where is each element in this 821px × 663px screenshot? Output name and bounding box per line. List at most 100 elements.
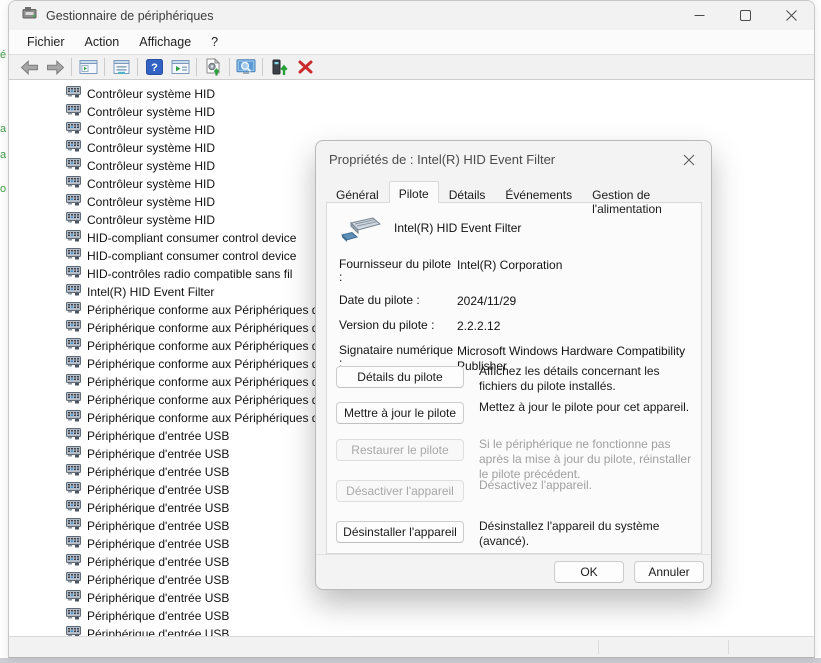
- dialog-title-bar: Propriétés de : Intel(R) HID Event Filte…: [316, 141, 711, 177]
- hid-device-icon: [66, 589, 81, 607]
- tree-item-label: Périphérique conforme aux Périphériques …: [87, 357, 318, 371]
- field-label: Fournisseur du pilote :: [339, 258, 457, 284]
- tree-item-label: Contrôleur système HID: [87, 213, 215, 227]
- cancel-button[interactable]: Annuler: [634, 561, 704, 583]
- hid-device-icon: [66, 463, 81, 481]
- field-value: 2024/11/29: [457, 294, 693, 309]
- tree-item-label: HID-compliant consumer control device: [87, 231, 296, 245]
- show-console-tree-icon[interactable]: [75, 56, 101, 78]
- tree-item-contr-leur-syst-me-hid[interactable]: Contrôleur système HID: [9, 85, 814, 103]
- tree-item-label: Périphérique d'entrée USB: [87, 609, 229, 623]
- status-bar-separator: [598, 640, 599, 654]
- tree-item-contr-leur-syst-me-hid[interactable]: Contrôleur système HID: [9, 103, 814, 121]
- tree-item-p-riph-rique-d-entr-e-usb[interactable]: Périphérique d'entrée USB: [9, 607, 814, 625]
- restaurer-le-pilote-button: Restaurer le pilote: [336, 439, 464, 461]
- device-name: Intel(R) HID Event Filter: [394, 221, 521, 235]
- uninstall-device-icon[interactable]: [292, 56, 318, 78]
- hid-device-icon: [66, 337, 81, 355]
- help-icon[interactable]: ?: [141, 56, 167, 78]
- tree-item-label: Périphérique d'entrée USB: [87, 465, 229, 479]
- back-icon[interactable]: [16, 56, 42, 78]
- field-row: Version du pilote :2.2.2.12: [339, 319, 693, 334]
- tree-item-p-riph-rique-d-entr-e-usb[interactable]: Périphérique d'entrée USB: [9, 625, 814, 636]
- hid-device-icon: [66, 121, 81, 139]
- tab-d-tails[interactable]: Détails: [439, 184, 496, 202]
- tab-g-n-ral[interactable]: Général: [326, 184, 389, 202]
- hid-device-icon: [66, 391, 81, 409]
- tree-item-label: HID-contrôles radio compatible sans fil: [87, 267, 292, 281]
- hid-device-icon: [66, 247, 81, 265]
- tree-item-label: Contrôleur système HID: [87, 141, 215, 155]
- tree-item-label: Périphérique d'entrée USB: [87, 429, 229, 443]
- tree-item-label: Périphérique conforme aux Périphériques …: [87, 321, 318, 335]
- device-icon: [339, 215, 381, 250]
- mettre-jour-le-pilote-button[interactable]: Mettre à jour le pilote: [336, 402, 464, 424]
- tree-item-label: Périphérique d'entrée USB: [87, 519, 229, 533]
- toolbar-separator: [104, 58, 105, 76]
- hid-device-icon: [66, 175, 81, 193]
- title-bar: Gestionnaire de périphériques: [9, 1, 814, 30]
- tree-item-label: Contrôleur système HID: [87, 123, 215, 137]
- hid-device-icon: [66, 229, 81, 247]
- tree-item-label: Périphérique conforme aux Périphériques …: [87, 375, 318, 389]
- action-description: Désinstallez l'appareil du système (avan…: [479, 519, 694, 549]
- forward-icon[interactable]: [42, 56, 68, 78]
- hid-device-icon: [66, 571, 81, 589]
- tab-gestion-de-l-alimentation[interactable]: Gestion de l'alimentation: [582, 184, 711, 202]
- hid-device-icon: [66, 283, 81, 301]
- tree-item-label: Contrôleur système HID: [87, 195, 215, 209]
- background-text-fragment: é: [0, 50, 8, 61]
- toolbar: ?: [9, 54, 814, 80]
- action-description: Si le périphérique ne fonctionne pas apr…: [479, 437, 694, 482]
- tree-item-label: Périphérique d'entrée USB: [87, 447, 229, 461]
- tree-item-label: Périphérique d'entrée USB: [87, 501, 229, 515]
- menu-action[interactable]: Action: [75, 35, 130, 49]
- hid-device-icon: [66, 139, 81, 157]
- minimize-button[interactable]: [676, 1, 722, 30]
- ok-button[interactable]: OK: [554, 561, 624, 583]
- tree-item-label: Périphérique conforme aux Périphériques …: [87, 339, 318, 353]
- menu-fichier[interactable]: Fichier: [17, 35, 75, 49]
- hid-device-icon: [66, 607, 81, 625]
- hid-device-icon: [66, 193, 81, 211]
- background-text-fragment: a: [0, 150, 8, 161]
- dialog-footer: OK Annuler: [316, 554, 711, 589]
- d-sinstaller-l-appareil-button[interactable]: Désinstaller l'appareil: [336, 521, 464, 543]
- properties-icon[interactable]: [108, 56, 134, 78]
- dialog-close-icon[interactable]: [678, 150, 700, 170]
- tree-item-contr-leur-syst-me-hid[interactable]: Contrôleur système HID: [9, 121, 814, 139]
- hid-device-icon: [66, 85, 81, 103]
- show-action-pane-icon[interactable]: [167, 56, 193, 78]
- d-tails-du-pilote-button[interactable]: Détails du pilote: [336, 366, 464, 388]
- menu-bar: FichierActionAffichage?: [9, 30, 814, 54]
- hid-device-icon: [66, 535, 81, 553]
- tree-item-label: Périphérique conforme aux Périphériques …: [87, 303, 318, 317]
- close-button[interactable]: [768, 1, 814, 30]
- hid-device-icon: [66, 427, 81, 445]
- dialog-tabs: GénéralPiloteDétailsÉvénementsGestion de…: [326, 180, 711, 202]
- field-row: Date du pilote :2024/11/29: [339, 294, 693, 309]
- toolbar-separator: [229, 58, 230, 76]
- maximize-button[interactable]: [722, 1, 768, 30]
- tab-v-nements[interactable]: Événements: [495, 184, 582, 202]
- field-row: Fournisseur du pilote :Intel(R) Corporat…: [339, 258, 693, 284]
- desktop-strip: [0, 658, 821, 663]
- add-drivers-icon[interactable]: [266, 56, 292, 78]
- hid-device-icon: [66, 517, 81, 535]
- tree-item-label: Contrôleur système HID: [87, 177, 215, 191]
- menu-help[interactable]: ?: [201, 35, 228, 49]
- tab-pilote[interactable]: Pilote: [389, 181, 439, 203]
- action-row: Désactiver l'appareilDésactivez l'appare…: [336, 480, 694, 502]
- action-row: Détails du piloteAffichez les détails co…: [336, 366, 694, 394]
- toolbar-separator: [137, 58, 138, 76]
- field-value: Intel(R) Corporation: [457, 258, 693, 284]
- tree-item-label: Périphérique conforme aux Périphériques …: [87, 393, 318, 407]
- tree-item-label: HID-compliant consumer control device: [87, 249, 296, 263]
- hid-device-icon: [66, 481, 81, 499]
- hid-device-icon: [66, 355, 81, 373]
- menu-affichage[interactable]: Affichage: [129, 35, 201, 49]
- action-description: Mettez à jour le pilote pour cet apparei…: [479, 400, 689, 424]
- scan-hardware-changes-icon[interactable]: [233, 56, 259, 78]
- tree-item-p-riph-rique-d-entr-e-usb[interactable]: Périphérique d'entrée USB: [9, 589, 814, 607]
- update-driver-icon[interactable]: [200, 56, 226, 78]
